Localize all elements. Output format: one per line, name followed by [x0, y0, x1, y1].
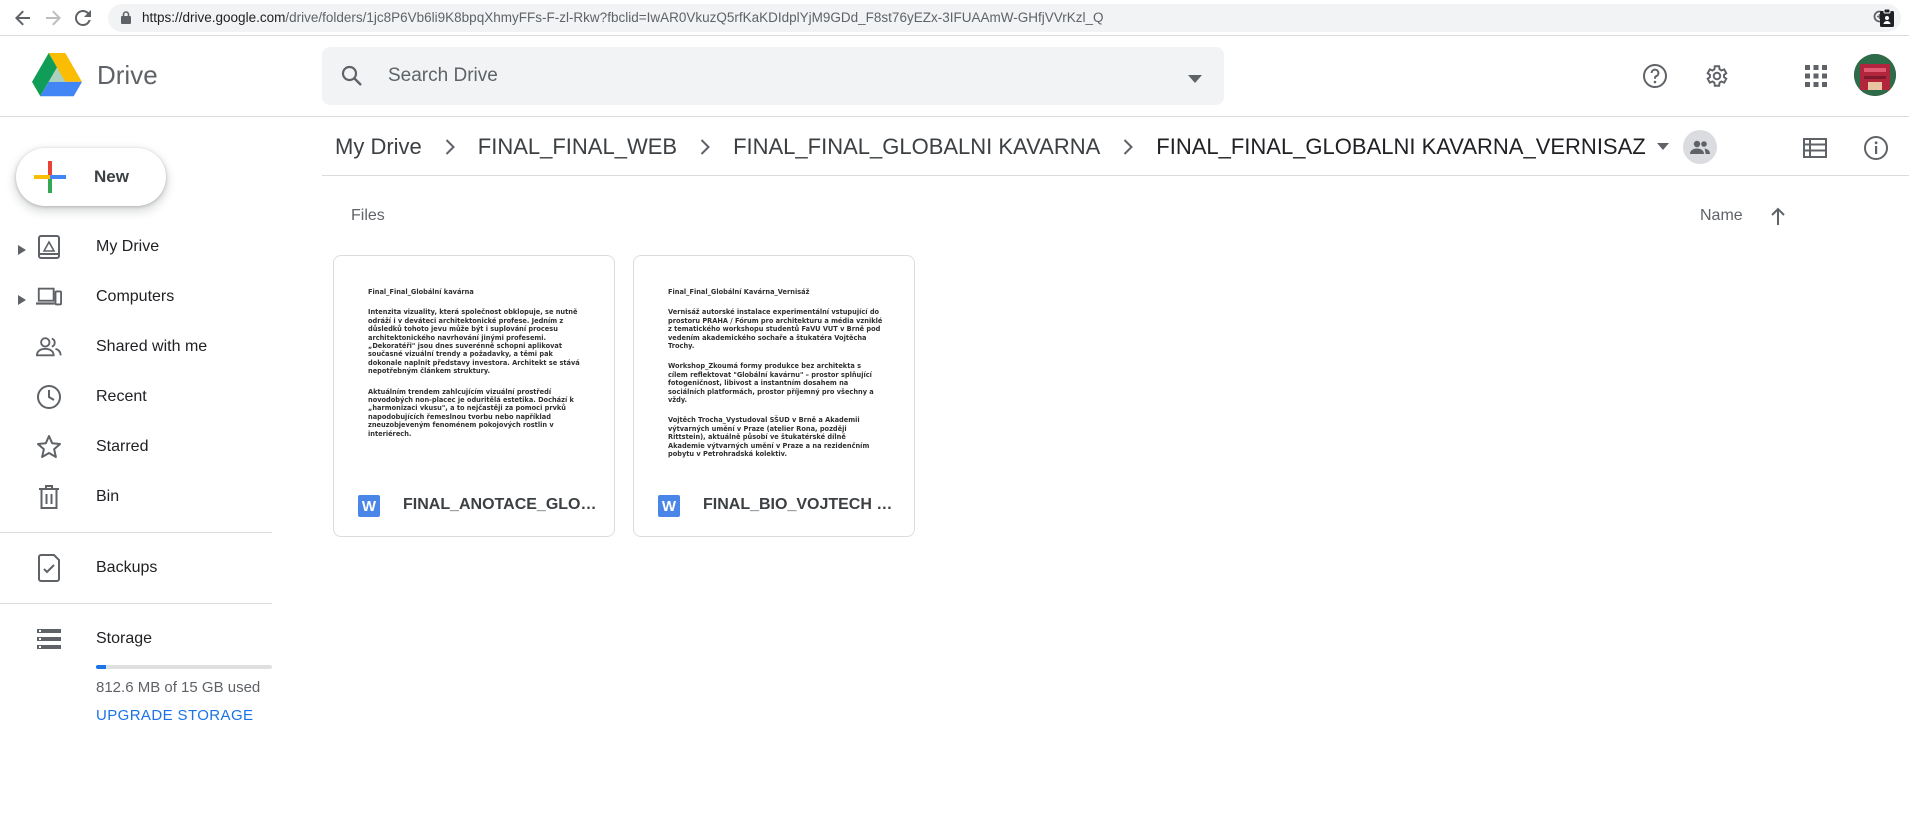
sidebar-item-backups[interactable]: Backups: [0, 543, 272, 593]
sidebar-divider: [0, 603, 272, 604]
app-header: Drive: [0, 37, 1909, 117]
word-document-icon: W: [358, 495, 380, 517]
preview-paragraph: Workshop_Zkoumá formy produkce bez archi…: [668, 362, 874, 405]
plus-icon: [32, 159, 68, 195]
breadcrumb-item[interactable]: My Drive: [322, 134, 435, 160]
upgrade-storage-link[interactable]: UPGRADE STORAGE: [96, 707, 253, 724]
breadcrumb-item[interactable]: FINAL_FINAL_WEB: [465, 134, 690, 160]
storage-used-text: 812.6 MB of 15 GB used: [96, 679, 261, 696]
file-thumbnail[interactable]: Final_Final_Globální Kavárna_Vernisáž Ve…: [634, 256, 914, 478]
preview-paragraph: Aktuálním trendem zahlcujícím vizuální p…: [368, 387, 574, 438]
sidebar-item-computers[interactable]: Computers: [0, 272, 272, 322]
file-name[interactable]: FINAL_BIO_VOJTECH TR...: [703, 496, 898, 514]
url-host: https://drive.google.com: [142, 10, 286, 25]
file-card[interactable]: Final_Final_Globální Kavárna_Vernisáž Ve…: [633, 255, 915, 537]
sidebar-item-label: Recent: [96, 388, 147, 405]
shared-people-icon: [36, 335, 62, 359]
sidebar-item-label: Storage: [96, 630, 153, 647]
forward-arrow-icon[interactable]: [38, 3, 68, 33]
sidebar-item-label: Backups: [96, 559, 158, 576]
computers-icon: [36, 285, 62, 309]
breadcrumb-current-folder[interactable]: FINAL_FINAL_GLOBALNI KAVARNA_VERNISAZ: [1143, 134, 1658, 160]
sidebar-item-bin[interactable]: Bin: [0, 472, 272, 522]
chevron-right-icon: [693, 135, 717, 159]
clipboard-extension-icon[interactable]: [1873, 4, 1901, 32]
document-preview: Final_Final_Globální Kavárna_Vernisáž Ve…: [668, 288, 883, 471]
files-section-heading: Files: [351, 207, 385, 224]
sort-by-name-button[interactable]: Name: [1700, 207, 1743, 225]
sidebar-item-storage[interactable]: Storage: [0, 614, 272, 664]
clock-icon: [36, 385, 62, 409]
sidebar-item-recent[interactable]: Recent: [0, 372, 272, 422]
new-button[interactable]: New: [16, 148, 166, 206]
sidebar-divider: [0, 532, 272, 533]
help-icon[interactable]: [1635, 56, 1675, 96]
new-button-label: New: [94, 167, 129, 186]
sidebar-item-my-drive[interactable]: My Drive: [0, 222, 272, 272]
search-input[interactable]: [388, 57, 1148, 95]
account-avatar[interactable]: [1854, 54, 1896, 96]
settings-icon[interactable]: [1696, 56, 1736, 96]
preview-title: Final_Final_Globální kavárna: [368, 288, 474, 296]
shared-folder-icon[interactable]: [1682, 129, 1717, 164]
trash-icon: [36, 485, 62, 509]
breadcrumb-item[interactable]: FINAL_FINAL_GLOBALNI KAVARNA: [720, 134, 1113, 160]
lock-icon[interactable]: [120, 11, 132, 25]
file-card[interactable]: Final_Final_Globální kavárna Intenzita v…: [333, 255, 615, 537]
chevron-right-icon: [438, 135, 462, 159]
storage-usage-bar: [96, 665, 272, 669]
sidebar-item-shared-with-me[interactable]: Shared with me: [0, 322, 272, 372]
backups-icon: [36, 554, 62, 582]
storage-usage-fill: [96, 665, 106, 669]
sidebar-nav: My Drive Computers Shared with me Recent…: [0, 222, 272, 664]
word-document-icon: W: [658, 495, 680, 517]
sidebar-item-label: Starred: [96, 438, 149, 455]
preview-paragraph: Vernisáž autorské instalace experimentál…: [668, 308, 883, 351]
drive-logo-icon[interactable]: [32, 53, 82, 99]
sidebar-item-starred[interactable]: Starred: [0, 422, 272, 472]
expand-caret-icon[interactable]: [18, 292, 26, 305]
star-icon: [36, 435, 62, 459]
file-card-footer[interactable]: W FINAL_ANOTACE_GLOB...: [334, 478, 614, 536]
preview-paragraph: Intenzita vizuality, která společnost ob…: [368, 308, 580, 376]
preview-title: Final_Final_Globální Kavárna_Vernisáž: [668, 288, 810, 296]
back-arrow-icon[interactable]: [8, 3, 38, 33]
url-path: /drive/folders/1jc8P6Vb6li9K8bpqXhmyFFs-…: [285, 10, 1104, 25]
my-drive-icon: [36, 235, 62, 259]
sidebar-item-label: My Drive: [96, 238, 160, 255]
address-bar[interactable]: https://drive.google.com/drive/folders/1…: [108, 3, 1901, 32]
storage-icon: [36, 627, 62, 651]
list-view-icon[interactable]: [1801, 134, 1829, 162]
url-text[interactable]: https://drive.google.com/drive/folders/1…: [142, 10, 1863, 25]
sidebar-item-label: Shared with me: [96, 338, 208, 355]
breadcrumb: My Drive FINAL_FINAL_WEB FINAL_FINAL_GLO…: [322, 118, 1909, 176]
file-card-footer[interactable]: W FINAL_BIO_VOJTECH TR...: [634, 478, 914, 536]
search-icon[interactable]: [340, 64, 364, 88]
preview-paragraph: Vojtěch Trocha_Vystudoval SŠUD v Brně a …: [668, 416, 870, 459]
info-icon[interactable]: [1862, 134, 1890, 162]
file-name[interactable]: FINAL_ANOTACE_GLOB...: [403, 496, 598, 514]
sidebar-item-label: Bin: [96, 488, 120, 505]
search-bar[interactable]: [322, 47, 1224, 105]
apps-grid-icon[interactable]: [1796, 56, 1836, 96]
browser-toolbar: https://drive.google.com/drive/folders/1…: [0, 0, 1909, 36]
folder-menu-dropdown-icon[interactable]: [1653, 137, 1673, 157]
expand-caret-icon[interactable]: [18, 242, 26, 255]
product-name[interactable]: Drive: [97, 60, 158, 91]
document-preview: Final_Final_Globální kavárna Intenzita v…: [368, 288, 583, 450]
file-thumbnail[interactable]: Final_Final_Globální kavárna Intenzita v…: [334, 256, 614, 478]
chevron-right-icon: [1116, 135, 1140, 159]
search-options-dropdown-icon[interactable]: [1188, 70, 1202, 83]
reload-icon[interactable]: [68, 3, 98, 33]
sort-ascending-arrow-icon[interactable]: [1766, 204, 1790, 228]
sidebar-item-label: Computers: [96, 288, 175, 305]
